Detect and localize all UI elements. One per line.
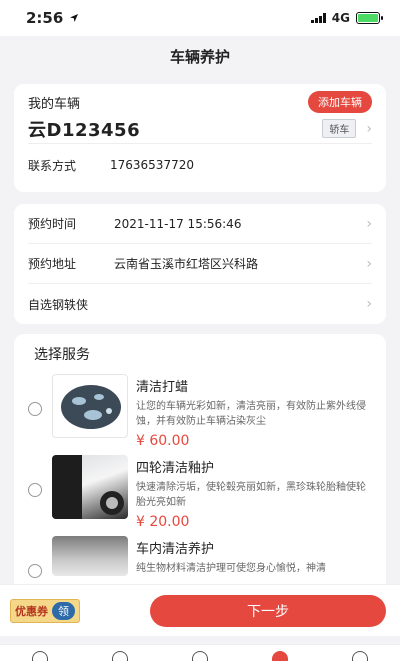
bag-icon[interactable] <box>272 651 288 661</box>
service-item[interactable]: 清洁打蜡 让您的车辆光彩如新，清洁亮丽，有效防止紫外线侵蚀，并有效防止车辆沾染灰… <box>28 374 372 454</box>
service-info: 清洁打蜡 让您的车辆光彩如新，清洁亮丽，有效防止紫外线侵蚀，并有效防止车辆沾染灰… <box>136 374 372 449</box>
service-desc: 纯生物材料清洁护理可使您身心愉悦，神清 <box>136 563 326 574</box>
appointment-time-value: 2021-11-17 15:56:46 <box>114 216 242 231</box>
service-desc: 让您的车辆光彩如新，清洁亮丽，有效防止紫外线侵蚀，并有效防止车辆沾染灰尘 <box>136 401 366 427</box>
appointment-address-label: 预约地址 <box>28 257 77 271</box>
service-radio[interactable] <box>28 402 42 416</box>
service-image-wheel <box>52 455 128 519</box>
appointment-time-label: 预约时间 <box>28 217 77 231</box>
contact-label: 联系方式 <box>28 158 77 173</box>
plate-right: 轿车 › <box>322 119 372 138</box>
service-price: ¥ 20.00 <box>136 514 190 530</box>
network-label: 4G <box>331 11 350 25</box>
contact-value: 17636537720 <box>110 158 194 172</box>
location-arrow-icon <box>69 9 79 27</box>
add-vehicle-button[interactable]: 添加车辆 <box>308 91 372 113</box>
vehicle-header: 我的车辆 添加车辆 <box>28 90 372 114</box>
bottom-action-bar: 优惠券 领 下一步 <box>0 584 400 636</box>
service-name: 清洁打蜡 <box>136 380 189 395</box>
profile-icon[interactable] <box>352 651 368 661</box>
vehicle-section-label: 我的车辆 <box>28 96 81 112</box>
user-icon[interactable] <box>192 651 208 661</box>
service-name: 四轮清洁釉护 <box>136 461 215 476</box>
service-desc: 快速清除污垢，使轮毂亮丽如新，黑珍珠轮胎釉使轮胎光亮如新 <box>136 482 366 508</box>
license-plate: 云D123456 <box>28 119 141 141</box>
status-bar: 2:56 4G <box>0 0 400 36</box>
status-right: 4G <box>310 11 383 25</box>
services-card: 选择服务 清洁打蜡 让您的车辆光彩如新，清洁亮丽，有效防止紫外线侵蚀，并有效防止… <box>14 334 386 594</box>
service-name: 车内清洁养护 <box>136 542 215 557</box>
service-radio[interactable] <box>28 483 42 497</box>
service-radio[interactable] <box>28 564 42 578</box>
chevron-right-icon: › <box>366 120 372 137</box>
status-time: 2:56 <box>26 9 64 27</box>
select-technician-label: 自选钢轶侠 <box>28 297 89 312</box>
chevron-right-icon: › <box>366 215 372 232</box>
appointment-address-value: 云南省玉溪市红塔区兴科路 <box>114 257 259 271</box>
select-technician-row[interactable]: 自选钢轶侠 › <box>28 284 372 324</box>
car-type-badge: 轿车 <box>322 119 357 138</box>
service-price: ¥ 60.00 <box>136 433 190 449</box>
page-title: 车辆养护 <box>0 36 400 76</box>
next-step-button[interactable]: 下一步 <box>150 594 386 627</box>
appointment-time-row[interactable]: 预约时间 2021-11-17 15:56:46 › <box>28 204 372 244</box>
services-title: 选择服务 <box>34 347 90 363</box>
coupon-claim-button[interactable]: 领 <box>52 601 75 620</box>
service-info: 车内清洁养护 纯生物材料清洁护理可使您身心愉悦，神清 <box>136 536 372 576</box>
chevron-right-icon: › <box>366 296 372 312</box>
vehicle-plate-row[interactable]: 云D123456 轿车 › <box>28 114 372 144</box>
service-info: 四轮清洁釉护 快速清除污垢，使轮毂亮丽如新，黑珍珠轮胎釉使轮胎光亮如新 ¥ 20… <box>136 455 372 530</box>
service-image-interior <box>52 536 128 576</box>
tab-bar <box>0 644 400 661</box>
appointment-address-row[interactable]: 预约地址 云南省玉溪市红塔区兴科路 › <box>28 244 372 284</box>
cart-icon[interactable] <box>112 651 128 661</box>
status-time-group: 2:56 <box>26 9 79 27</box>
vehicle-card: 我的车辆 添加车辆 云D123456 轿车 › 联系方式 17636537720 <box>14 84 386 192</box>
service-image-wax <box>52 374 128 438</box>
contact-row: 联系方式 17636537720 <box>28 144 372 186</box>
coupon-banner[interactable]: 优惠券 领 <box>10 598 80 623</box>
service-item[interactable]: 四轮清洁釉护 快速清除污垢，使轮毂亮丽如新，黑珍珠轮胎釉使轮胎光亮如新 ¥ 20… <box>28 455 372 535</box>
battery-icon <box>356 12 383 24</box>
chevron-right-icon: › <box>366 255 372 272</box>
signal-icon <box>310 13 326 23</box>
coupon-label: 优惠券 <box>15 604 48 618</box>
home-icon[interactable] <box>32 651 48 661</box>
appointment-card: 预约时间 2021-11-17 15:56:46 › 预约地址 云南省玉溪市红塔… <box>14 204 386 324</box>
